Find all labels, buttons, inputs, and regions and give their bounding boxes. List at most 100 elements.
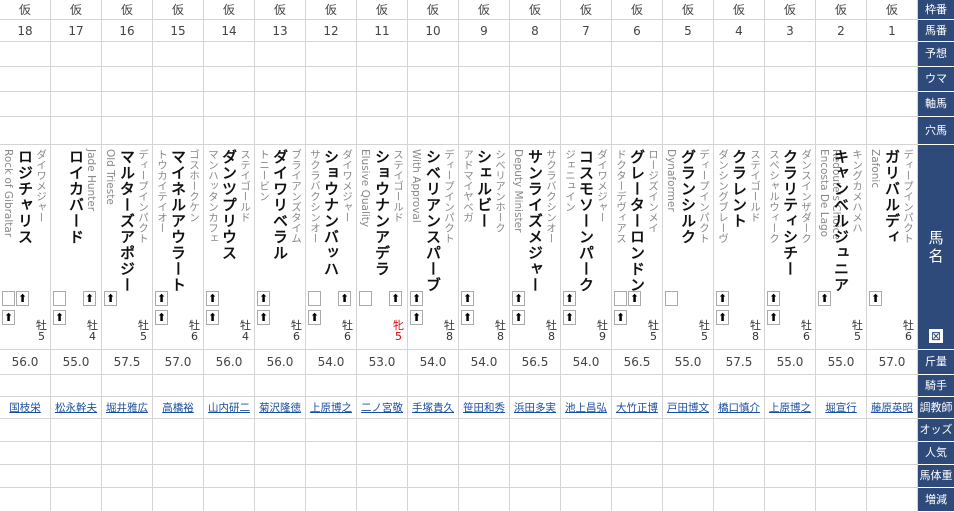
cell-yoso[interactable]	[663, 42, 714, 67]
trainer-link[interactable]: 菊沢隆徳	[259, 400, 301, 415]
cell-ana[interactable]	[867, 117, 918, 145]
cell-jiku[interactable]	[357, 92, 408, 117]
horse-name[interactable]: キャンベルジュニア	[831, 149, 852, 293]
cell-yoso[interactable]	[510, 42, 561, 67]
cell-ana[interactable]	[0, 117, 51, 145]
cell-yoso[interactable]	[51, 42, 102, 67]
lower-arrow-box[interactable]: ⬆	[206, 310, 219, 325]
lower-arrow-box[interactable]: ⬆	[563, 310, 576, 325]
cell-yoso[interactable]	[153, 42, 204, 67]
cell-ana[interactable]	[510, 117, 561, 145]
cell-jiku[interactable]	[867, 92, 918, 117]
cell-uma[interactable]	[765, 67, 816, 92]
horse-name[interactable]: クラレント	[729, 149, 750, 229]
trainer-link[interactable]: 池上昌弘	[565, 400, 607, 415]
cell-yoso[interactable]	[357, 42, 408, 67]
upper-arrow-box[interactable]: ⬆	[83, 291, 96, 306]
cell-jiku[interactable]	[102, 92, 153, 117]
upper-arrow-box[interactable]: ⬆	[16, 291, 29, 306]
trainer-link[interactable]: 橋口慎介	[718, 400, 760, 415]
horse-name[interactable]: ショウナンバッハ	[321, 149, 342, 277]
upper-arrow-box[interactable]: ⬆	[338, 291, 351, 306]
cell-uma[interactable]	[204, 67, 255, 92]
cell-jiku[interactable]	[408, 92, 459, 117]
upper-arrow-box[interactable]: ⬆	[389, 291, 402, 306]
cell-jiku[interactable]	[51, 92, 102, 117]
cell-ana[interactable]	[51, 117, 102, 145]
empty-box[interactable]	[2, 291, 15, 306]
upper-arrow-box[interactable]: ⬆	[257, 291, 270, 306]
cell-yoso[interactable]	[204, 42, 255, 67]
upper-arrow-box[interactable]: ⬆	[512, 291, 525, 306]
cell-yoso[interactable]	[459, 42, 510, 67]
cell-jiku[interactable]	[510, 92, 561, 117]
trainer-link[interactable]: 堀宣行	[825, 400, 857, 415]
trainer-link[interactable]: 大竹正博	[616, 400, 658, 415]
cell-yoso[interactable]	[561, 42, 612, 67]
cell-jiku[interactable]	[561, 92, 612, 117]
upper-arrow-box[interactable]: ⬆	[628, 291, 641, 306]
empty-box[interactable]	[614, 291, 627, 306]
trainer-link[interactable]: 戸田博文	[667, 400, 709, 415]
cell-jiku[interactable]	[306, 92, 357, 117]
toggle-icon[interactable]: ⊠	[929, 329, 943, 343]
cell-jiku[interactable]	[663, 92, 714, 117]
cell-yoso[interactable]	[612, 42, 663, 67]
horse-name[interactable]: ダンツプリウス	[219, 149, 240, 261]
upper-arrow-box[interactable]: ⬆	[104, 291, 117, 306]
lower-arrow-box[interactable]: ⬆	[716, 310, 729, 325]
cell-yoso[interactable]	[765, 42, 816, 67]
trainer-link[interactable]: 上原博之	[310, 400, 352, 415]
trainer-link[interactable]: 国枝栄	[9, 400, 41, 415]
horse-name[interactable]: ダイワリベラル	[270, 149, 291, 261]
cell-uma[interactable]	[714, 67, 765, 92]
horse-name[interactable]: クラリティシチー	[780, 149, 801, 277]
cell-uma[interactable]	[510, 67, 561, 92]
cell-ana[interactable]	[204, 117, 255, 145]
horse-name[interactable]: マルターズアポジー	[117, 149, 138, 293]
upper-arrow-box[interactable]: ⬆	[461, 291, 474, 306]
cell-yoso[interactable]	[867, 42, 918, 67]
cell-ana[interactable]	[816, 117, 867, 145]
cell-jiku[interactable]	[204, 92, 255, 117]
trainer-link[interactable]: 山内研二	[208, 400, 250, 415]
trainer-link[interactable]: 笹田和秀	[463, 400, 505, 415]
trainer-link[interactable]: 二ノ宮敬	[361, 400, 403, 415]
lower-arrow-box[interactable]: ⬆	[2, 310, 15, 325]
cell-ana[interactable]	[153, 117, 204, 145]
cell-jiku[interactable]	[714, 92, 765, 117]
trainer-link[interactable]: 藤原英昭	[871, 400, 913, 415]
cell-jiku[interactable]	[816, 92, 867, 117]
trainer-link[interactable]: 松永幹夫	[55, 400, 97, 415]
cell-uma[interactable]	[612, 67, 663, 92]
cell-uma[interactable]	[816, 67, 867, 92]
lower-arrow-box[interactable]: ⬆	[410, 310, 423, 325]
cell-jiku[interactable]	[255, 92, 306, 117]
cell-uma[interactable]	[867, 67, 918, 92]
cell-ana[interactable]	[408, 117, 459, 145]
lower-arrow-box[interactable]: ⬆	[512, 310, 525, 325]
lower-arrow-box[interactable]: ⬆	[767, 310, 780, 325]
cell-uma[interactable]	[408, 67, 459, 92]
upper-arrow-box[interactable]: ⬆	[869, 291, 882, 306]
cell-yoso[interactable]	[408, 42, 459, 67]
cell-uma[interactable]	[0, 67, 51, 92]
horse-name[interactable]: グレーターロンドン	[627, 149, 648, 293]
horse-name[interactable]: シベリアンスパーブ	[423, 149, 444, 293]
cell-yoso[interactable]	[102, 42, 153, 67]
horse-name[interactable]: マイネルアウラート	[168, 149, 189, 293]
cell-ana[interactable]	[459, 117, 510, 145]
cell-yoso[interactable]	[0, 42, 51, 67]
lower-arrow-box[interactable]: ⬆	[614, 310, 627, 325]
cell-yoso[interactable]	[816, 42, 867, 67]
cell-uma[interactable]	[663, 67, 714, 92]
cell-jiku[interactable]	[459, 92, 510, 117]
horse-name[interactable]: ショウナンアデラ	[372, 149, 393, 277]
horse-name[interactable]: サンライズメジャー	[525, 149, 546, 293]
trainer-link[interactable]: 浜田多実	[514, 400, 556, 415]
lower-arrow-box[interactable]: ⬆	[461, 310, 474, 325]
horse-name[interactable]: グランシルク	[678, 149, 699, 245]
cell-ana[interactable]	[102, 117, 153, 145]
upper-arrow-box[interactable]: ⬆	[563, 291, 576, 306]
cell-uma[interactable]	[153, 67, 204, 92]
